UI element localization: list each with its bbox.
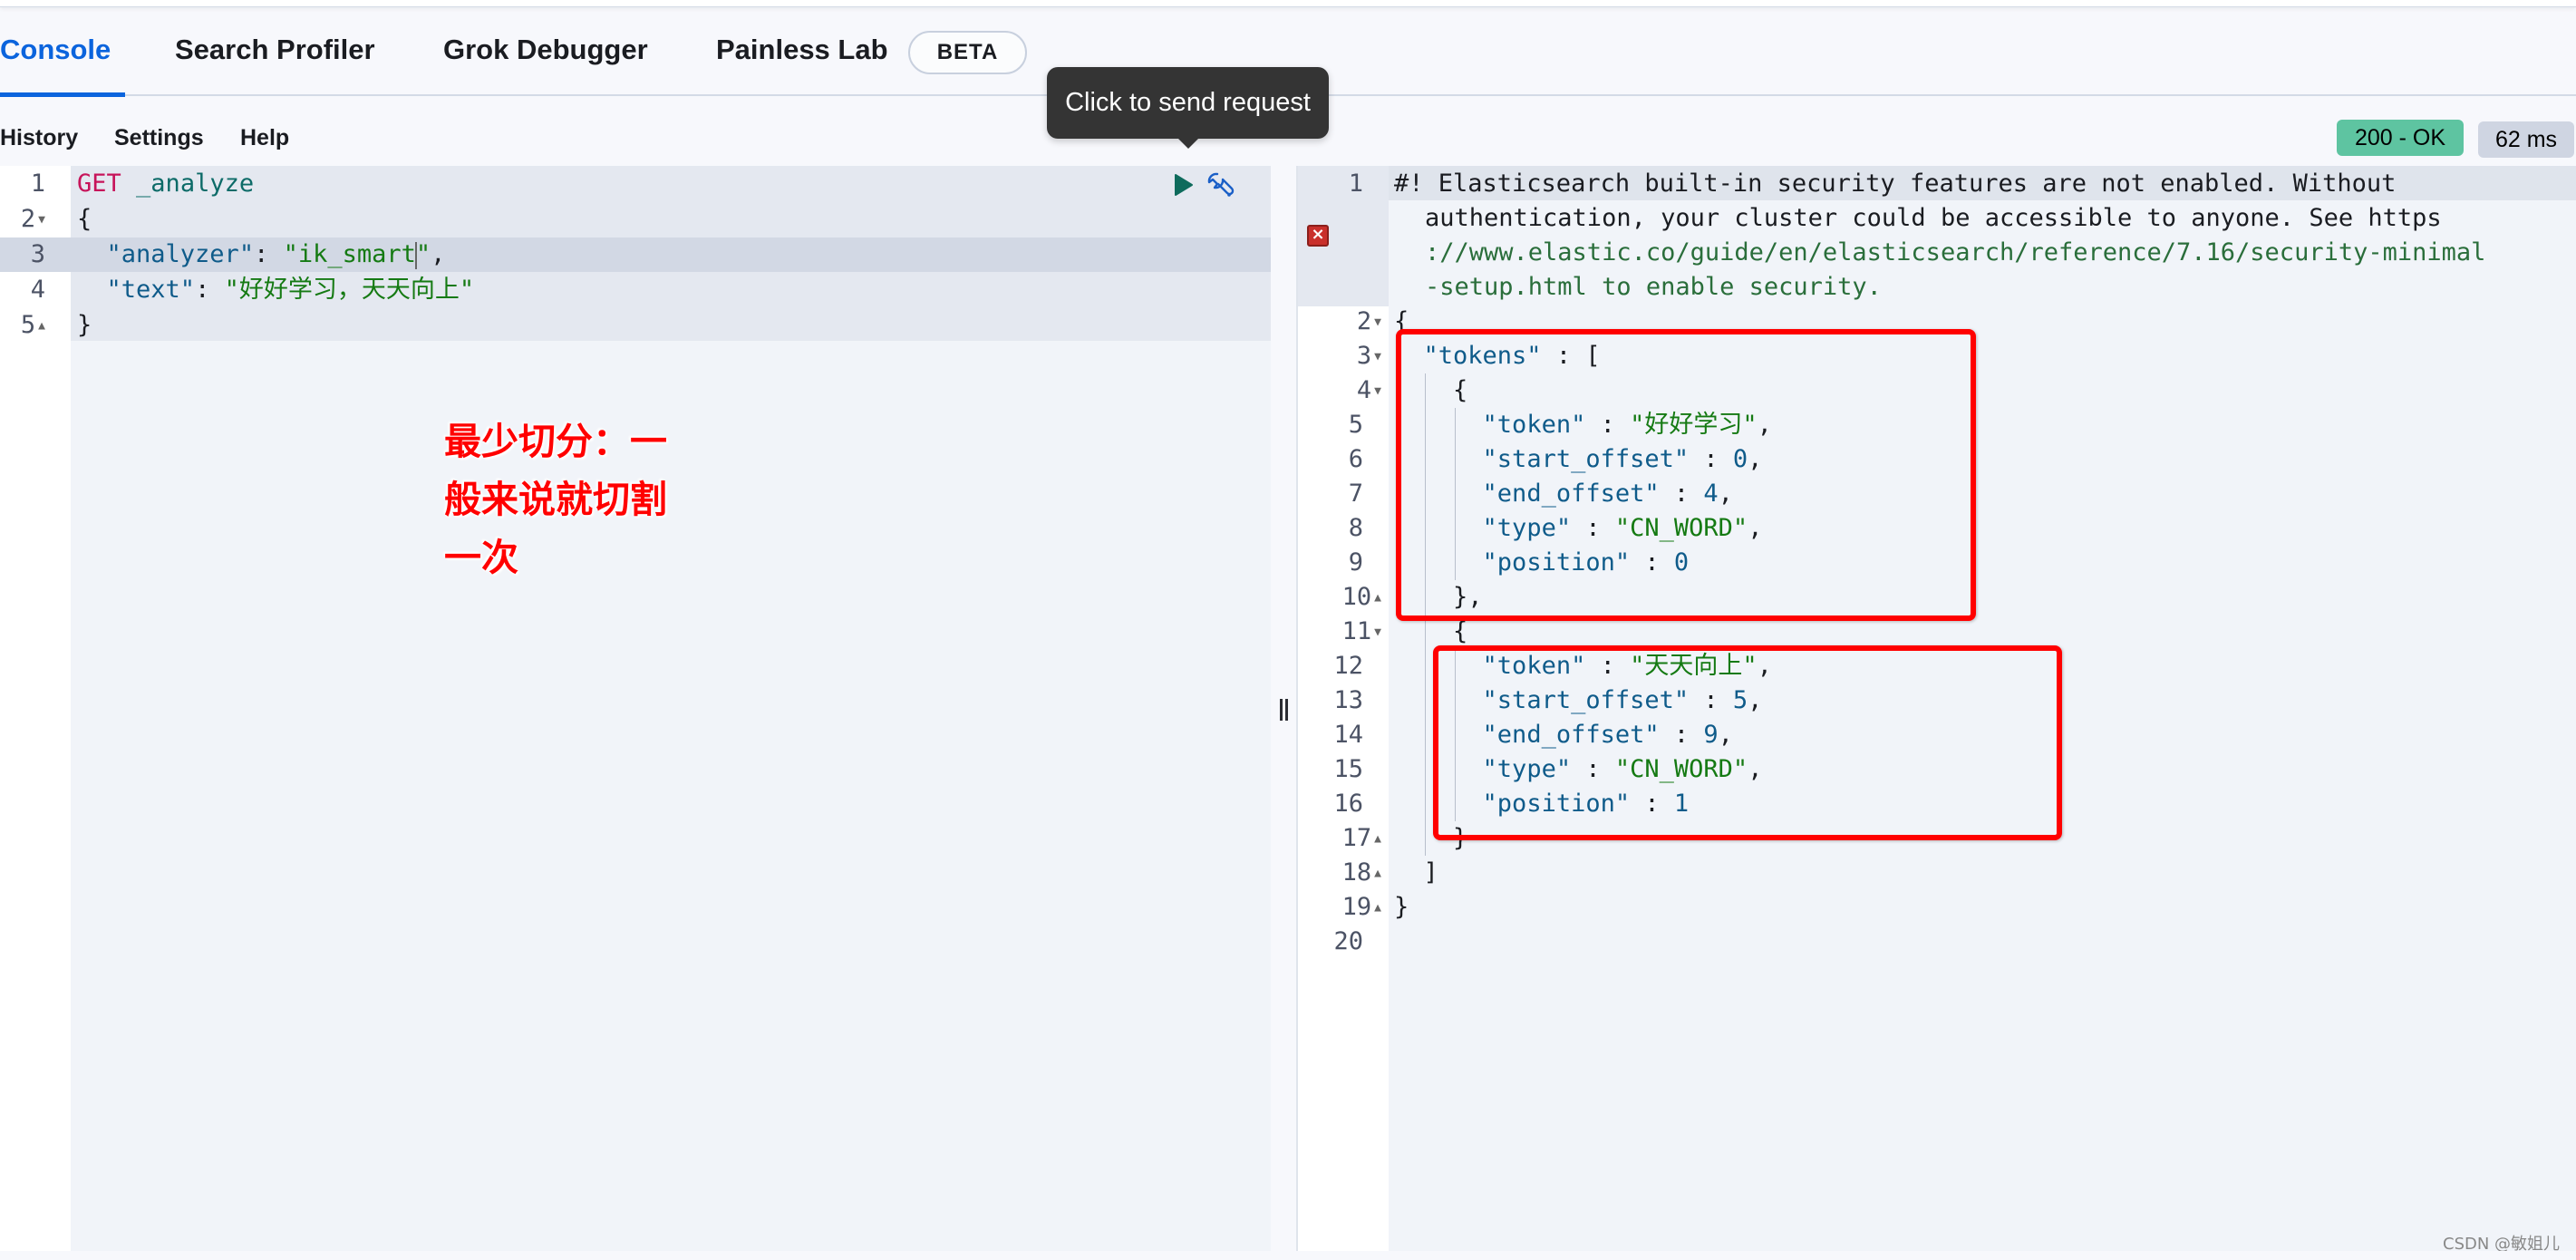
wrench-icon[interactable] (1206, 171, 1236, 202)
tab-search-profiler[interactable]: Search Profiler (175, 34, 375, 66)
response-line-9: "position" : 0 (1482, 548, 1690, 577)
line-number: 4 ▼ (1356, 376, 1381, 404)
line-number: 2 ▼ (1356, 307, 1381, 335)
help-menu[interactable]: Help (240, 125, 289, 151)
fold-up-icon[interactable]: ▲ (38, 319, 45, 333)
fold-up-icon[interactable]: ▲ (1374, 901, 1381, 915)
fold-down-icon[interactable]: ▼ (1374, 384, 1381, 398)
response-time-badge: 62 ms (2478, 121, 2574, 158)
indent-guide (1425, 373, 1426, 856)
http-method: GET (77, 170, 121, 198)
tooltip-arrow (1176, 136, 1201, 149)
response-editor[interactable]: × 1 2 ▼ 3 ▼ 4 ▼ 5 6 7 8 9 10 ▲ 11 ▼ 12 13 14 15 16 17 ▲ 18 ▲ 19 ▲ 2… (1298, 166, 2576, 1251)
annotation-text: 最少切分：一 般来说就切割 一次 (444, 420, 667, 579)
warning-link-line[interactable]: -setup.html to enable security. (1425, 270, 1882, 305)
line-number: 19 ▲ (1341, 893, 1381, 921)
response-line-13: "start_offset" : 5, (1482, 686, 1763, 714)
panel-resize-handle[interactable] (1271, 166, 1298, 1251)
line-number: 11 ▼ (1341, 617, 1381, 645)
line-number: 7 (1348, 480, 1363, 508)
fold-down-icon[interactable]: ▼ (1374, 625, 1381, 639)
line-number: 8 (1348, 514, 1363, 542)
resize-grip-icon (1280, 699, 1288, 721)
fold-up-icon[interactable]: ▲ (1374, 591, 1381, 605)
line-number: 5 ▲ (20, 311, 45, 339)
line-number: 4 (30, 276, 45, 304)
line-number: 2 ▼ (20, 205, 45, 233)
line-number: 16 (1333, 790, 1363, 818)
line-number: 3 ▼ (1356, 342, 1381, 370)
indent-guide (1455, 408, 1456, 580)
line-number: 1 (1348, 170, 1363, 198)
warning-line: authentication, your cluster could be ac… (1425, 204, 2442, 232)
response-line-11: { (1394, 617, 1468, 645)
response-line-3: "tokens" : [ (1423, 342, 1601, 370)
line-number: 5 (1348, 411, 1363, 439)
request-line-2: { (77, 205, 92, 233)
error-icon: × (1307, 225, 1329, 247)
line-number: 15 (1333, 755, 1363, 783)
fold-up-icon[interactable]: ▲ (1374, 867, 1381, 880)
response-line-14: "end_offset" : 9, (1482, 721, 1733, 749)
analyzer-value: "ik_smart" (283, 240, 431, 269)
line-number: 9 (1348, 548, 1363, 577)
request-line-3: "analyzer": "ik_smart", (106, 240, 446, 269)
line-number: 3 (30, 240, 45, 268)
warning-line: #! Elasticsearch built-in security featu… (1394, 170, 2397, 198)
line-number: 17 ▲ (1341, 824, 1381, 852)
line-number: 13 (1333, 686, 1363, 714)
line-number: 10 ▲ (1341, 583, 1381, 611)
fold-down-icon[interactable]: ▼ (1374, 315, 1381, 329)
bottom-strip (0, 1251, 2576, 1260)
line-number: 20 (1333, 927, 1363, 955)
response-line-17: } (1394, 824, 1468, 852)
response-line-8: "type" : "CN_WORD", (1482, 514, 1763, 542)
response-line-18: ] (1394, 858, 1438, 887)
play-icon[interactable] (1174, 173, 1194, 197)
text-cursor (414, 241, 417, 269)
window-top-strip (0, 0, 2576, 7)
fold-down-icon[interactable]: ▼ (38, 213, 45, 227)
response-line-5: "token" : "好好学习", (1482, 411, 1772, 439)
indent-guide (1455, 649, 1456, 821)
response-line-15: "type" : "CN_WORD", (1482, 755, 1763, 783)
request-editor[interactable]: 1 2 ▼ 3 4 5 ▲ GET _analyze { "analyzer": "… (0, 166, 1271, 1251)
request-line-1: GET _analyze (77, 167, 254, 201)
tab-console[interactable]: Console (0, 34, 111, 66)
warning-link-line[interactable]: ://www.elastic.co/guide/en/elasticsearch… (1425, 236, 2485, 270)
status-badge: 200 - OK (2337, 120, 2464, 156)
fold-up-icon[interactable]: ▲ (1374, 832, 1381, 846)
response-line-4: { (1394, 376, 1468, 404)
response-line-16: "position" : 1 (1482, 790, 1690, 818)
response-line-2: { (1394, 307, 1409, 335)
line-number: 18 ▲ (1341, 858, 1381, 887)
fold-down-icon[interactable]: ▼ (1374, 350, 1381, 363)
history-menu[interactable]: History (0, 125, 78, 151)
request-line-4: "text": "好好学习，天天向上" (106, 276, 475, 304)
tab-grok-debugger[interactable]: Grok Debugger (443, 34, 648, 66)
request-url: _analyze (136, 170, 255, 198)
settings-menu[interactable]: Settings (114, 125, 204, 151)
response-line-12: "token" : "天天向上", (1482, 652, 1772, 680)
active-tab-indicator (0, 92, 125, 97)
response-line-19: } (1394, 893, 1409, 921)
request-line-5: } (77, 311, 92, 339)
line-number: 12 (1333, 652, 1363, 680)
response-line-7: "end_offset" : 4, (1482, 480, 1733, 508)
response-line-6: "start_offset" : 0, (1482, 445, 1763, 473)
tab-painless-lab[interactable]: Painless Lab (716, 34, 888, 66)
line-number: 14 (1333, 721, 1363, 749)
line-number: 6 (1348, 445, 1363, 473)
response-line-10: }, (1394, 583, 1483, 611)
send-request-tooltip: Click to send request (1047, 67, 1329, 139)
beta-badge: BETA (908, 31, 1027, 74)
line-number: 1 (30, 170, 45, 198)
